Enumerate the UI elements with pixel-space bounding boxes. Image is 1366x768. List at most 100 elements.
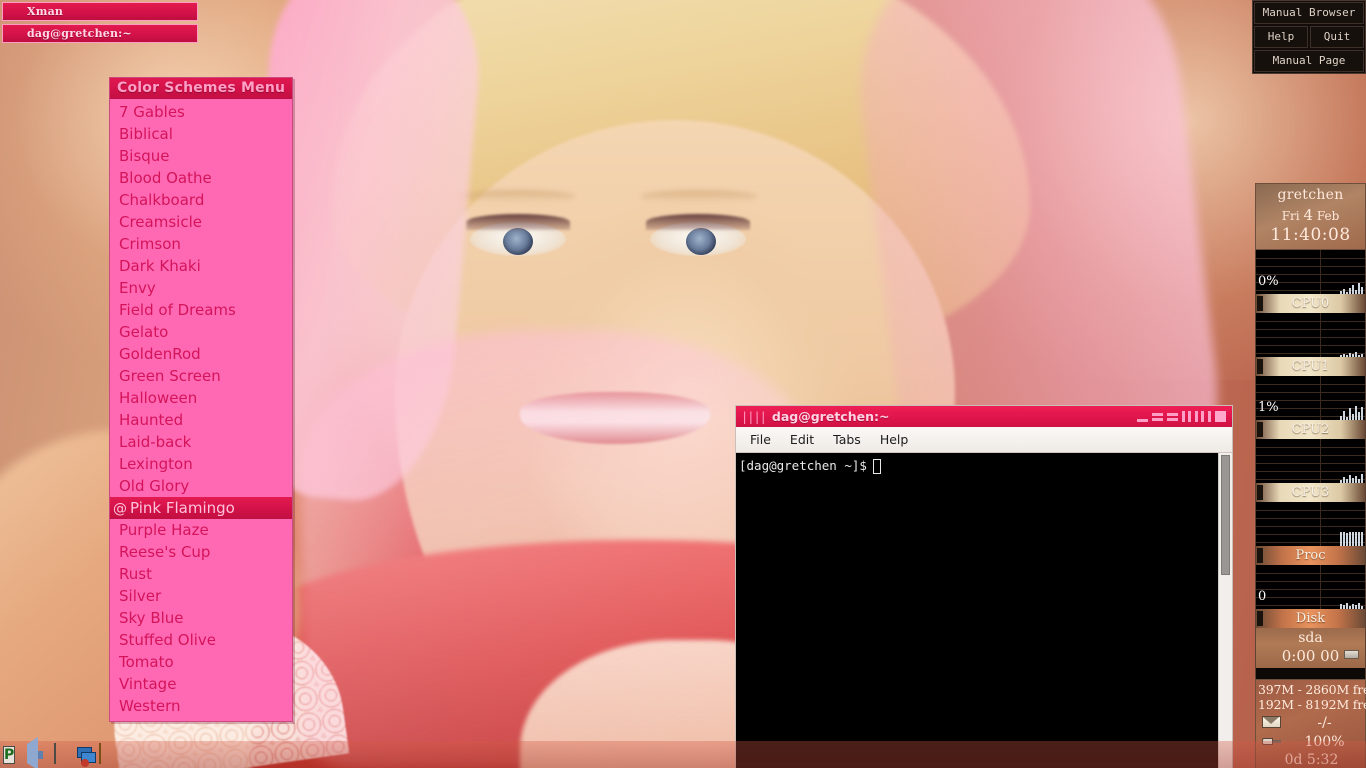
volume-icon[interactable] [27, 736, 49, 768]
hostname-label: gretchen [1277, 187, 1344, 203]
help-button[interactable]: Help [1254, 26, 1308, 48]
color-scheme-item[interactable]: Sky Blue [110, 607, 292, 629]
color-scheme-item[interactable]: Tomato [110, 651, 292, 673]
color-scheme-item[interactable]: Biblical [110, 123, 292, 145]
disk-device-name: sda [1298, 630, 1323, 646]
xman-titlebar[interactable]: Xman [2, 2, 198, 21]
terminal-prompt: [dag@gretchen ~]$ [739, 458, 867, 473]
quit-button[interactable]: Quit [1310, 26, 1364, 48]
monitor-stub [1257, 548, 1263, 563]
terminal-menu-file[interactable]: File [742, 430, 779, 449]
graph-sparkline [1340, 524, 1363, 546]
terminal-menu-tabs[interactable]: Tabs [825, 430, 869, 449]
color-scheme-item[interactable]: Lexington [110, 453, 292, 475]
terminal-scrollbar-thumb[interactable] [1221, 455, 1230, 575]
monitor-label: Disk [1255, 609, 1366, 628]
color-scheme-item[interactable]: Rust [110, 563, 292, 585]
graph-gridline [1256, 266, 1365, 267]
color-scheme-item[interactable]: Crimson [110, 233, 292, 255]
network-disconnected-icon[interactable] [75, 744, 97, 767]
color-scheme-item[interactable]: Laid-back [110, 431, 292, 453]
monitor-value: 0 [1258, 589, 1267, 604]
color-scheme-item[interactable]: Halloween [110, 387, 292, 409]
color-scheme-item[interactable]: Reese's Cup [110, 541, 292, 563]
color-scheme-item[interactable]: Stuffed Olive [110, 629, 292, 651]
color-scheme-item[interactable]: @ Pink Flamingo [110, 497, 292, 519]
manual-page-button[interactable]: Manual Page [1254, 50, 1364, 72]
monitor-label-text: Disk [1295, 611, 1326, 626]
color-scheme-item[interactable]: Envy [110, 277, 292, 299]
memory-line-1: 397M - 2860M fre [1258, 682, 1366, 697]
color-scheme-label: 7 Gables [119, 103, 185, 121]
color-scheme-item[interactable]: GoldenRod [110, 343, 292, 365]
color-scheme-label: Rust [119, 565, 152, 583]
color-scheme-label: Western [119, 697, 181, 715]
color-scheme-item[interactable]: 7 Gables [110, 101, 292, 123]
monitor-label: CPU2 [1255, 420, 1366, 439]
close-icon[interactable] [1215, 411, 1226, 422]
mail-count: -/- [1317, 715, 1332, 731]
monitor-graph: 1% [1255, 376, 1366, 420]
layer-icon[interactable] [1195, 411, 1204, 422]
graph-gridline [1256, 384, 1365, 385]
color-schemes-list: 7 Gables Biblical Bisque Blood Oathe Chalkbo… [110, 99, 292, 721]
terminal-titlebar[interactable]: |||| dag@gretchen:~ [736, 406, 1232, 427]
maximize-icon[interactable] [1167, 412, 1178, 421]
graph-gridline [1256, 573, 1365, 574]
color-scheme-item[interactable]: Chalkboard [110, 189, 292, 211]
color-scheme-item[interactable]: Dark Khaki [110, 255, 292, 277]
color-scheme-label: Tomato [119, 653, 174, 671]
monitor-stub [1257, 611, 1263, 626]
graph-gridline [1256, 581, 1365, 582]
disk-icon [1344, 650, 1359, 659]
terminal-menubar: File Edit Tabs Help [736, 427, 1232, 453]
window-icon[interactable] [99, 742, 121, 766]
color-scheme-item[interactable]: Bisque [110, 145, 292, 167]
color-scheme-label: Dark Khaki [119, 257, 201, 275]
monitor-value: 0% [1258, 274, 1279, 289]
color-scheme-item[interactable]: Haunted [110, 409, 292, 431]
date-label: Fri 4 Feb [1256, 206, 1365, 224]
color-scheme-item[interactable]: Old Glory [110, 475, 292, 497]
panel-spacer [1255, 668, 1366, 679]
color-scheme-item[interactable]: Western [110, 695, 292, 717]
terminal-body[interactable]: [dag@gretchen ~]$ [736, 453, 1232, 768]
desktop: Xman dag@gretchen:~ Manual Browser Help … [0, 0, 1366, 768]
iconify-icon[interactable] [1208, 411, 1211, 422]
graph-gridline [1256, 455, 1365, 456]
monitor-label-text: CPU1 [1291, 359, 1330, 374]
color-scheme-item[interactable]: Silver [110, 585, 292, 607]
monitor-stub [1257, 422, 1263, 437]
xman-client-titlebar[interactable]: dag@gretchen:~ [2, 24, 198, 43]
color-scheme-item[interactable]: Gelato [110, 321, 292, 343]
terminal-menu-help[interactable]: Help [872, 430, 917, 449]
color-scheme-label: Vintage [119, 675, 177, 693]
color-scheme-label: Haunted [119, 411, 184, 429]
mail-row: -/- [1258, 715, 1365, 731]
system-tray: P [0, 736, 1366, 768]
terminal-menu-edit[interactable]: Edit [782, 430, 822, 449]
monitor-stub [1257, 485, 1263, 500]
color-scheme-item[interactable]: Green Screen [110, 365, 292, 387]
terminal-scrollbar[interactable] [1218, 453, 1232, 768]
minimize-icon[interactable] [1137, 418, 1148, 422]
graph-sparkline [1340, 335, 1363, 357]
monitor-value: 1% [1258, 400, 1279, 415]
color-scheme-label: Bisque [119, 147, 170, 165]
terminal-output: [dag@gretchen ~]$ [736, 453, 1218, 768]
color-scheme-item[interactable]: Creamsicle [110, 211, 292, 233]
wallpaper-iris-right [686, 228, 716, 255]
battery-icon[interactable] [51, 742, 73, 766]
graph-gridline [1256, 518, 1365, 519]
color-schemes-menu-title: Color Schemes Menu [110, 78, 292, 99]
color-scheme-item[interactable]: Blood Oathe [110, 167, 292, 189]
system-monitor-graphs: 0% CPU0 CPU1 1% CPU2 CPU3 Proc 0 Disk [1255, 250, 1366, 628]
color-scheme-label: Field of Dreams [119, 301, 236, 319]
color-scheme-item[interactable]: Field of Dreams [110, 299, 292, 321]
shade-icon[interactable] [1152, 412, 1163, 421]
stick-icon[interactable] [1182, 411, 1191, 422]
selected-marker-icon: @ [113, 501, 127, 517]
printer-icon[interactable]: P [3, 744, 25, 766]
color-scheme-item[interactable]: Vintage [110, 673, 292, 695]
color-scheme-item[interactable]: Purple Haze [110, 519, 292, 541]
